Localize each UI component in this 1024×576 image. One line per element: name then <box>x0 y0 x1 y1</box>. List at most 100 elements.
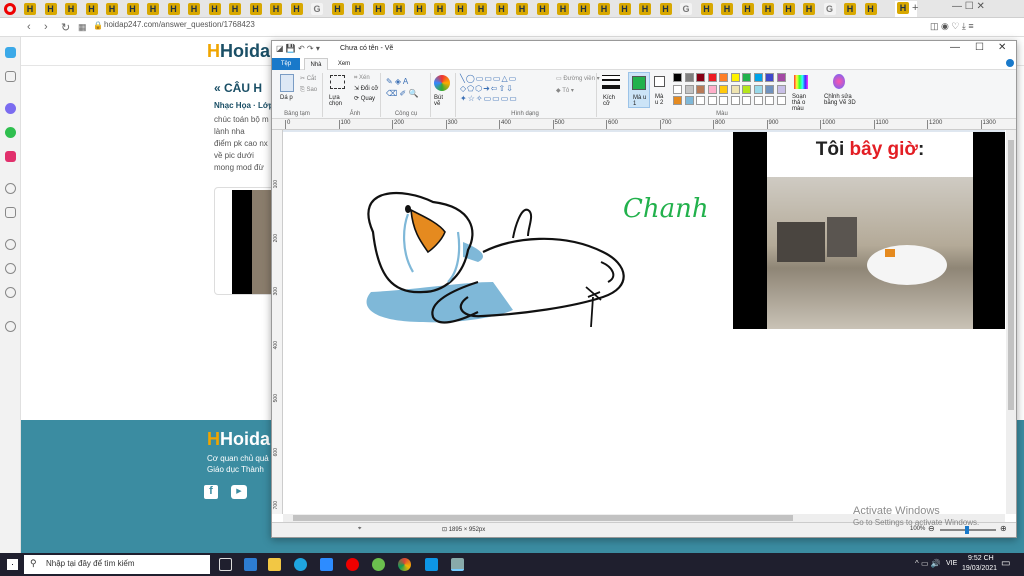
file-explorer-icon[interactable] <box>268 558 281 571</box>
palette-swatch[interactable] <box>742 96 751 105</box>
palette-swatch[interactable] <box>707 84 717 94</box>
palette-swatch[interactable] <box>776 84 786 94</box>
cut-button[interactable]: ✂ Cắt <box>300 75 316 82</box>
messenger-icon[interactable] <box>5 103 16 114</box>
browser-tab[interactable]: H <box>803 3 815 15</box>
instagram-icon[interactable] <box>5 151 16 162</box>
outline-button[interactable]: ▭ Đường viền ▾ <box>556 75 600 82</box>
edit-colors-button[interactable]: Soạn thả o màu <box>792 94 816 112</box>
copy-button[interactable]: ⎘ Sao <box>300 87 317 94</box>
browser-tab[interactable]: H <box>536 3 549 15</box>
browser-tab[interactable]: H <box>475 3 487 15</box>
opera-logo-icon[interactable] <box>4 3 16 15</box>
browser-tab[interactable]: H <box>782 3 795 15</box>
browser-tab[interactable]: H <box>331 3 344 15</box>
site-logo[interactable]: HHoidap <box>207 41 281 62</box>
messenger-taskbar-icon[interactable] <box>425 558 438 571</box>
crop-button[interactable]: ⌗ Xén <box>354 75 370 82</box>
forward-icon[interactable]: › <box>44 21 48 33</box>
browser-tab[interactable]: H <box>24 3 36 15</box>
heart-icon[interactable] <box>5 239 16 250</box>
palette-swatch[interactable] <box>742 73 751 82</box>
browser-tab[interactable]: H <box>290 3 303 15</box>
palette-swatch[interactable] <box>719 96 728 105</box>
url-field[interactable]: hoidap247.com/answer_question/1768423 <box>104 20 255 29</box>
palette-swatch[interactable] <box>707 96 717 105</box>
palette-swatch[interactable] <box>673 84 682 94</box>
palette-swatch[interactable] <box>684 96 694 105</box>
browser-tab[interactable]: H <box>65 3 77 15</box>
browser-tab[interactable]: H <box>270 3 282 15</box>
browser-tab[interactable]: H <box>126 3 139 15</box>
browser-tab[interactable]: G <box>311 3 323 15</box>
paint3d-icon[interactable] <box>833 74 845 89</box>
browser-tab[interactable]: H <box>741 3 754 15</box>
palette-swatch[interactable] <box>753 73 763 82</box>
browser-tab[interactable]: H <box>721 3 733 15</box>
minimize-button[interactable]: — <box>950 42 960 53</box>
app-icon[interactable] <box>372 558 385 571</box>
clock-date[interactable]: 19/03/2021 <box>962 565 997 572</box>
browser-tab[interactable]: H <box>249 3 262 15</box>
select-button[interactable]: Lựa chọn <box>329 95 349 107</box>
window-controls[interactable]: — ☐ ✕ <box>952 1 985 12</box>
palette-swatch[interactable] <box>765 84 774 94</box>
opera-taskbar-icon[interactable] <box>346 558 359 571</box>
browser-tab[interactable]: H <box>495 3 508 15</box>
palette-swatch[interactable] <box>696 73 705 82</box>
brush-icon[interactable] <box>434 75 450 91</box>
palette-swatch[interactable] <box>753 96 763 105</box>
browser-tab[interactable]: H <box>659 3 672 15</box>
palette-swatch[interactable] <box>765 96 774 105</box>
notification-icon[interactable]: ▭ <box>1001 558 1010 569</box>
shapes-gallery[interactable]: ╲◯▭▭▭△▭ ◇⬠⬡➜⇦⇧⇩ ✦☆✧▭▭▭▭ <box>460 74 550 104</box>
palette-swatch[interactable] <box>730 96 740 105</box>
browser-tab[interactable]: H <box>434 3 446 15</box>
maximize-button[interactable]: ☐ <box>975 42 984 53</box>
palette-swatch[interactable] <box>684 84 694 94</box>
youtube-icon[interactable]: ▶ <box>231 485 247 499</box>
tab-home[interactable]: Nhà <box>304 58 328 70</box>
browser-tab[interactable]: H <box>844 3 856 15</box>
reload-icon[interactable]: ↻ <box>61 21 70 34</box>
chrome-icon[interactable] <box>398 558 411 571</box>
edge-icon[interactable] <box>294 558 307 571</box>
zoom-slider-thumb[interactable] <box>965 526 969 534</box>
help-icon[interactable] <box>1006 59 1014 67</box>
browser-tab[interactable]: H <box>352 3 364 15</box>
color1-button[interactable]: Mà u 1 <box>628 72 650 108</box>
vertical-scrollbar[interactable] <box>1006 130 1016 514</box>
zoom-in-button[interactable]: ⊕ <box>1000 524 1007 533</box>
color2-swatch[interactable] <box>654 76 665 87</box>
size-icon[interactable] <box>602 75 620 89</box>
browser-tab[interactable]: H <box>44 3 57 15</box>
tray-icons[interactable]: ^ ▭ 🔊 <box>915 559 941 568</box>
palette-swatch[interactable] <box>776 73 786 82</box>
palette-swatch[interactable] <box>776 96 786 105</box>
home-icon[interactable] <box>5 47 16 58</box>
browser-tab[interactable]: H <box>700 3 713 15</box>
clock-time[interactable]: 9:52 CH <box>968 555 994 562</box>
browser-tab[interactable]: H <box>577 3 590 15</box>
new-tab-button[interactable]: + <box>912 2 918 14</box>
browser-tab[interactable]: H <box>598 3 610 15</box>
back-icon[interactable]: ‹ <box>27 21 31 33</box>
browser-tab[interactable]: H <box>85 3 98 15</box>
close-button[interactable]: ✕ <box>998 42 1006 53</box>
quick-access-icons[interactable]: ◪ 💾 ↶ ↷ ▾ <box>276 44 320 53</box>
browser-tab[interactable]: H <box>208 3 221 15</box>
tab-file[interactable]: Tệp <box>272 58 300 70</box>
task-view-icon[interactable] <box>219 558 232 571</box>
star-icon[interactable] <box>5 71 16 82</box>
palette-swatch[interactable] <box>730 73 740 82</box>
language-indicator[interactable]: VIE <box>946 560 957 567</box>
browser-tab[interactable]: H <box>372 3 385 15</box>
browser-tab[interactable]: H <box>188 3 200 15</box>
browser-tab[interactable]: H <box>167 3 180 15</box>
palette-swatch[interactable] <box>696 96 705 105</box>
author-line[interactable]: Nhạc Họa · Lớp <box>214 101 273 110</box>
whatsapp-icon[interactable] <box>5 127 16 138</box>
browser-tab[interactable]: H <box>516 3 528 15</box>
mail-icon[interactable] <box>244 558 257 571</box>
palette-swatch[interactable] <box>719 84 728 94</box>
